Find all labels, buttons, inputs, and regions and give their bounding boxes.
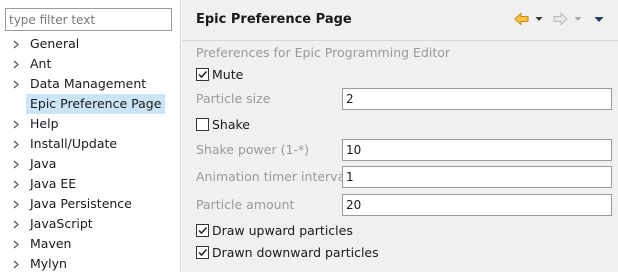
tree-item-maven[interactable]: Maven [0, 234, 181, 254]
tree-item-label: JavaScript [30, 216, 93, 231]
tree-item-javascript[interactable]: JavaScript [0, 214, 181, 234]
tree-item-label: Maven [30, 236, 72, 251]
chevron-right-icon[interactable] [11, 114, 21, 134]
tree-item-epic-preference-page[interactable]: Epic Preference Page [0, 94, 181, 114]
filter-input[interactable] [5, 8, 172, 31]
tree-item-label: Install/Update [30, 136, 118, 151]
forward-dropdown-icon[interactable] [574, 11, 582, 29]
tree-item-install-update[interactable]: Install/Update [0, 134, 181, 154]
particle-size-field[interactable] [342, 88, 612, 110]
shake-power-label: Shake power (1-*) [196, 142, 310, 157]
preferences-tree-pane: General Ant Data Management Epic Prefere… [0, 0, 181, 272]
particle-amount-label: Particle amount [196, 197, 295, 212]
tree-item-ant[interactable]: Ant [0, 54, 181, 74]
chevron-right-icon[interactable] [11, 34, 21, 54]
chevron-right-icon[interactable] [11, 74, 21, 94]
chevron-right-icon[interactable] [11, 234, 21, 254]
preference-page: Epic Preference Page Preferences for Epi… [182, 0, 618, 272]
tree-item-label: Java [30, 156, 57, 171]
tree-item-data-management[interactable]: Data Management [0, 74, 181, 94]
drawn-downward-label: Drawn downward particles [212, 245, 379, 260]
header-divider [182, 40, 618, 41]
draw-upward-label: Draw upward particles [212, 223, 353, 238]
tree-item-label: Epic Preference Page [26, 94, 166, 114]
view-menu-icon[interactable] [594, 11, 604, 29]
chevron-right-icon[interactable] [11, 214, 21, 234]
shake-checkbox[interactable] [196, 118, 209, 131]
tree-item-label: Mylyn [30, 256, 67, 271]
tree-item-label: Data Management [30, 76, 147, 91]
back-dropdown-icon[interactable] [535, 11, 543, 29]
forward-arrow-icon[interactable] [552, 11, 568, 29]
tree-item-label: General [30, 36, 80, 51]
chevron-right-icon[interactable] [11, 134, 21, 154]
shake-power-field[interactable] [342, 139, 612, 161]
particle-amount-field[interactable] [342, 194, 612, 216]
draw-upward-checkbox[interactable] [196, 224, 209, 237]
chevron-right-icon[interactable] [11, 254, 21, 274]
tree-item-help[interactable]: Help [0, 114, 181, 134]
page-header: Epic Preference Page [182, 0, 618, 40]
tree-item-java[interactable]: Java [0, 154, 181, 174]
chevron-right-icon[interactable] [11, 174, 21, 194]
shake-label: Shake [212, 117, 251, 132]
chevron-right-icon[interactable] [11, 194, 21, 214]
mute-label: Mute [212, 67, 244, 82]
animation-timer-field[interactable] [342, 166, 612, 188]
tree-item-label: Ant [30, 56, 52, 71]
tree-item-label: Help [30, 116, 59, 131]
back-arrow-icon[interactable] [514, 11, 530, 29]
tree-item-java-persistence[interactable]: Java Persistence [0, 194, 181, 214]
tree-item-mylyn[interactable]: Mylyn [0, 254, 181, 274]
chevron-right-icon[interactable] [11, 54, 21, 74]
tree-item-label: Java Persistence [30, 196, 132, 211]
mute-checkbox[interactable] [196, 68, 209, 81]
animation-timer-label: Animation timer interval [196, 169, 349, 184]
tree-item-label: Java EE [30, 176, 77, 191]
chevron-right-icon[interactable] [11, 154, 21, 174]
drawn-downward-checkbox[interactable] [196, 246, 209, 259]
tree-item-general[interactable]: General [0, 34, 181, 54]
tree-item-java-ee[interactable]: Java EE [0, 174, 181, 194]
particle-size-label: Particle size [196, 91, 271, 106]
page-title: Epic Preference Page [196, 12, 352, 27]
preferences-tree: General Ant Data Management Epic Prefere… [0, 34, 181, 274]
page-description: Preferences for Epic Programming Editor [196, 45, 451, 60]
